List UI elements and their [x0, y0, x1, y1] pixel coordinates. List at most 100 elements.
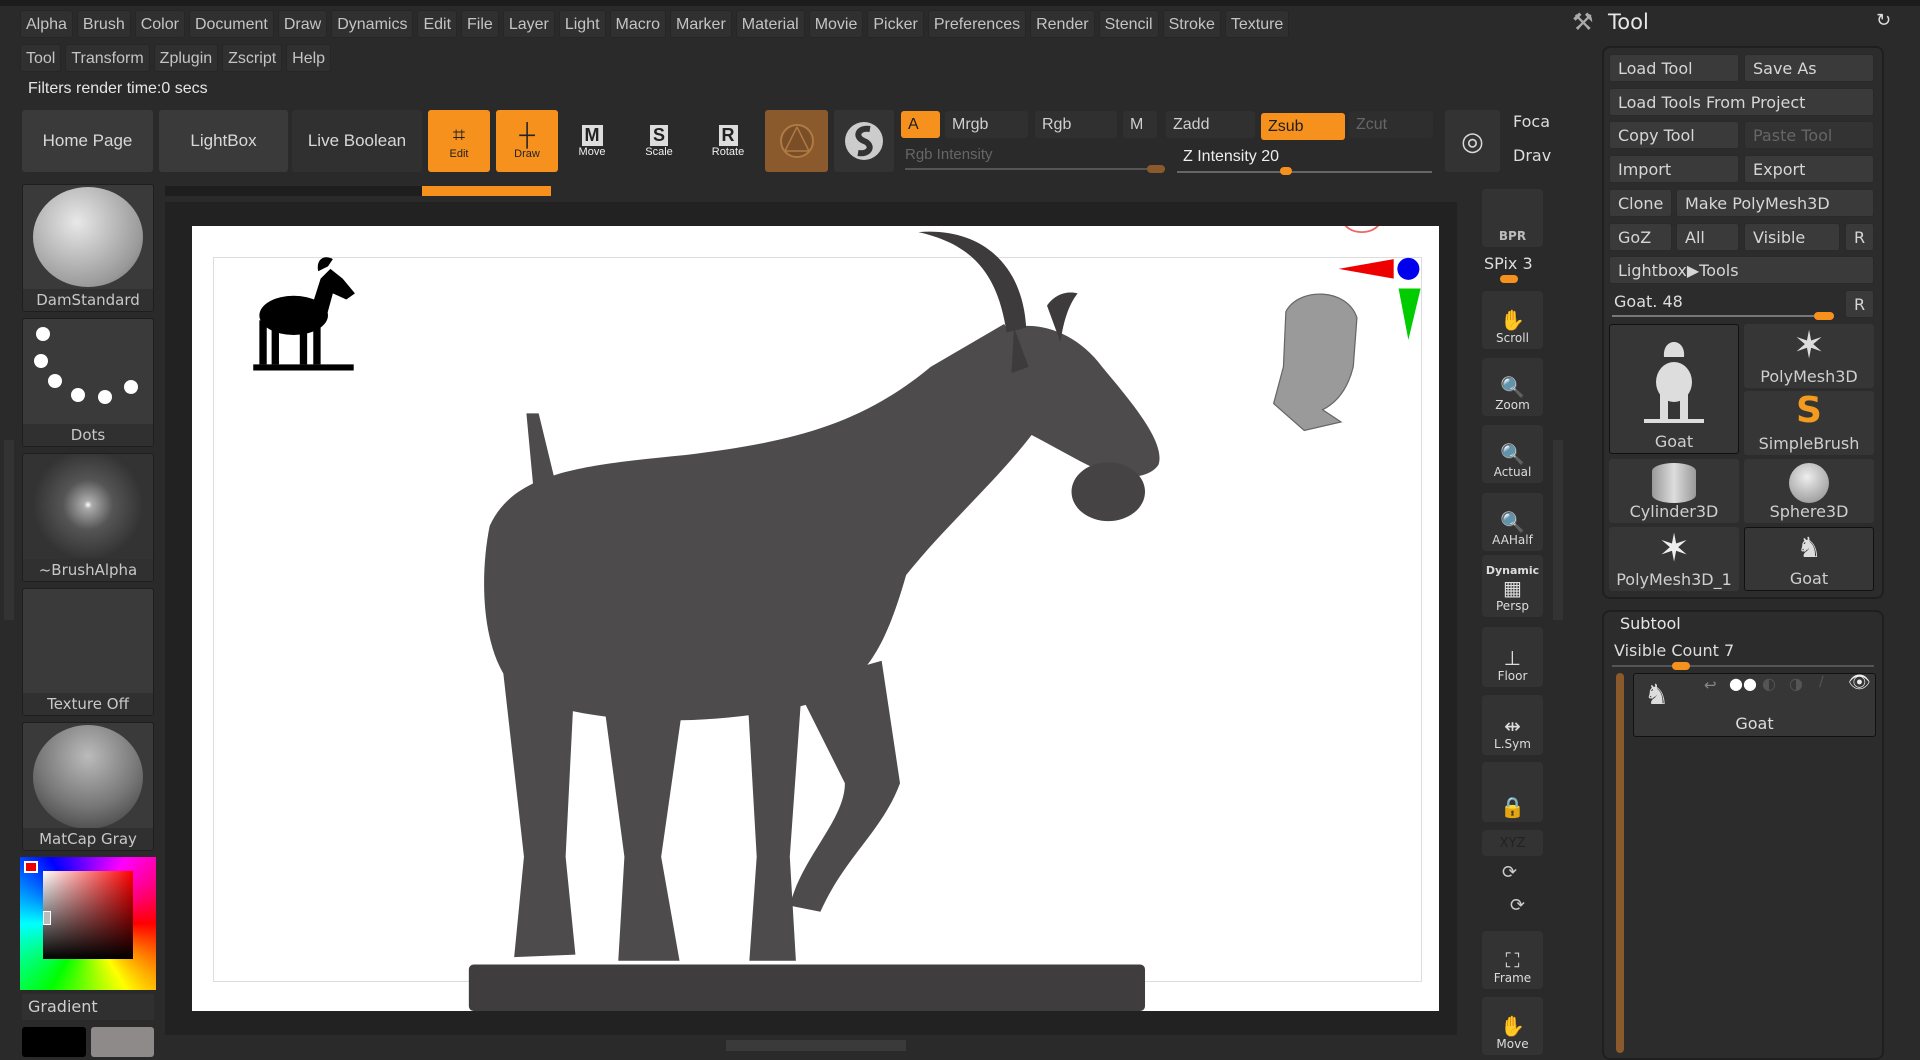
z-intensity-slider[interactable] — [1177, 171, 1432, 173]
menu-edit[interactable]: Edit — [417, 10, 458, 38]
subtool-polypaint-toggle-icon[interactable]: ●● — [1729, 674, 1757, 693]
bottom-shelf-handle[interactable] — [726, 1040, 906, 1051]
export-button[interactable]: Export — [1744, 155, 1874, 183]
subtool-scrollbar[interactable] — [1616, 673, 1624, 1053]
zsub-button[interactable]: Zsub — [1261, 113, 1345, 140]
rgb-intensity-knob[interactable] — [1147, 165, 1165, 173]
zadd-button[interactable]: Zadd — [1166, 111, 1255, 138]
z-rotate-icon[interactable]: ⟳ — [1510, 895, 1525, 916]
tool-thumb-sphere3d[interactable]: Sphere3D — [1744, 459, 1874, 523]
goz-button[interactable]: GoZ — [1609, 223, 1672, 251]
main-color-swatch[interactable] — [22, 1027, 86, 1057]
menu-alpha[interactable]: Alpha — [20, 10, 73, 38]
live-boolean-button[interactable]: Live Boolean — [292, 110, 422, 172]
goz-r-button[interactable]: R — [1845, 223, 1874, 251]
texture-selector[interactable]: Texture Off — [22, 588, 154, 716]
draw-button[interactable]: ┼ Draw — [496, 110, 558, 172]
menu-help[interactable]: Help — [286, 44, 332, 72]
aahalf-button[interactable]: 🔍 AAHalf — [1482, 493, 1543, 551]
scale-button[interactable]: S Scale — [631, 110, 687, 172]
move-view-button[interactable]: ✋ Move — [1482, 997, 1543, 1055]
subtool-eye-icon[interactable]: 👁 — [1848, 672, 1871, 693]
menu-movie[interactable]: Movie — [808, 10, 864, 38]
menu-stroke[interactable]: Stroke — [1162, 10, 1221, 38]
menu-transform[interactable]: Transform — [65, 44, 150, 72]
secondary-color-swatch[interactable] — [91, 1027, 154, 1057]
stroke-selector[interactable]: Dots — [22, 318, 154, 447]
subtool-boolean-toggle-icon[interactable]: ◑ — [1789, 674, 1803, 693]
copy-tool-button[interactable]: Copy Tool — [1609, 121, 1739, 149]
goz-all-button[interactable]: All — [1676, 223, 1739, 251]
lightbox-button[interactable]: LightBox — [159, 110, 288, 172]
menu-texture[interactable]: Texture — [1224, 10, 1290, 38]
menu-file[interactable]: File — [461, 10, 499, 38]
right-dock-handle[interactable] — [1553, 440, 1563, 620]
zcut-button[interactable]: Zcut — [1349, 111, 1433, 138]
edit-button[interactable]: ⌗ Edit — [428, 110, 490, 172]
menu-picker[interactable]: Picker — [867, 10, 924, 38]
gradient-label[interactable]: Gradient — [22, 994, 154, 1020]
primary-color-swatch[interactable] — [24, 861, 38, 873]
stroke-sphere-button[interactable] — [834, 110, 894, 172]
tool-slider-knob[interactable] — [1814, 312, 1834, 320]
persp-button[interactable]: Dynamic ▦ Persp — [1482, 555, 1543, 617]
z-intensity-knob[interactable] — [1280, 167, 1292, 175]
y-rotate-icon[interactable]: ⟳ — [1502, 862, 1517, 883]
rotate-button[interactable]: R Rotate — [698, 110, 758, 172]
menu-color[interactable]: Color — [134, 10, 185, 38]
goat-sculpt[interactable] — [468, 231, 1160, 1011]
frame-button[interactable]: ⛶ Frame — [1482, 931, 1543, 989]
lightbox-tools-button[interactable]: Lightbox▶Tools — [1609, 256, 1874, 284]
paste-tool-button[interactable]: Paste Tool — [1744, 121, 1874, 149]
tool-thumb-goat-2[interactable]: ♞ Goat — [1744, 527, 1874, 591]
make-polymesh-button[interactable]: Make PolyMesh3D — [1676, 189, 1874, 217]
floor-button[interactable]: ⊥ Floor — [1482, 627, 1543, 687]
panel-reset-icon[interactable]: ↻ — [1876, 10, 1891, 31]
brush-selector[interactable]: DamStandard — [22, 184, 154, 312]
menu-macro[interactable]: Macro — [609, 10, 666, 38]
subtool-item[interactable]: ♞ ↩ ●● ◐ ◑ ∕ 👁 Goat — [1633, 672, 1876, 737]
tool-slider-r-button[interactable]: R — [1845, 290, 1874, 318]
menu-preferences[interactable]: Preferences — [927, 10, 1027, 38]
focal-shift-icon-button[interactable]: ◎ — [1445, 110, 1500, 172]
menu-light[interactable]: Light — [558, 10, 606, 38]
lsym-button[interactable]: ⇹ L.Sym — [1482, 695, 1543, 755]
scroll-button[interactable]: ✋ Scroll — [1482, 291, 1543, 349]
menu-render[interactable]: Render — [1030, 10, 1095, 38]
tool-thumb-cylinder3d[interactable]: Cylinder3D — [1609, 459, 1739, 523]
menu-zscript[interactable]: Zscript — [222, 44, 283, 72]
left-dock-handle[interactable] — [4, 440, 14, 620]
home-page-button[interactable]: Home Page — [22, 110, 153, 172]
mrgb-button[interactable]: Mrgb — [945, 111, 1028, 138]
color-saturation-square[interactable] — [43, 871, 133, 959]
xyz-rotate-button[interactable]: XYZ — [1482, 830, 1543, 856]
focal-shift-label[interactable]: Foca — [1513, 112, 1550, 131]
color-picker[interactable] — [20, 857, 156, 990]
menu-marker[interactable]: Marker — [670, 10, 732, 38]
tool-thumb-polymesh3d-1[interactable]: ✶ PolyMesh3D_1 — [1609, 527, 1739, 591]
goat-model-viewport[interactable] — [192, 226, 1439, 1011]
subtool-merge-arrow-icon[interactable]: ↩ — [1704, 676, 1717, 694]
subtool-title[interactable]: Subtool — [1620, 614, 1681, 633]
menu-material[interactable]: Material — [735, 10, 805, 38]
zoom-button[interactable]: 🔍 Zoom — [1482, 358, 1543, 416]
material-selector[interactable]: MatCap Gray — [22, 722, 154, 851]
spix-slider-knob[interactable] — [1500, 275, 1518, 283]
menu-brush[interactable]: Brush — [76, 10, 131, 38]
move-button[interactable]: M Move — [563, 110, 621, 172]
alpha-selector[interactable]: ~BrushAlpha — [22, 453, 154, 582]
draw-size-label[interactable]: Drav — [1513, 146, 1551, 165]
rgb-intensity-slider[interactable] — [905, 168, 1165, 170]
menu-document[interactable]: Document — [188, 10, 274, 38]
subtool-solo-toggle-icon[interactable]: ◐ — [1762, 674, 1776, 693]
menu-draw[interactable]: Draw — [277, 10, 328, 38]
menu-dynamics[interactable]: Dynamics — [331, 10, 414, 38]
tool-thumb-polymesh3d[interactable]: ✶ PolyMesh3D — [1744, 324, 1874, 388]
menu-stencil[interactable]: Stencil — [1098, 10, 1159, 38]
load-tool-button[interactable]: Load Tool — [1609, 54, 1739, 82]
visible-count-knob[interactable] — [1672, 662, 1690, 670]
bpr-button[interactable]: BPR — [1482, 189, 1543, 247]
a-toggle[interactable]: A — [901, 111, 940, 138]
tool-slider[interactable] — [1612, 315, 1832, 317]
menu-zplugin[interactable]: Zplugin — [153, 44, 219, 72]
